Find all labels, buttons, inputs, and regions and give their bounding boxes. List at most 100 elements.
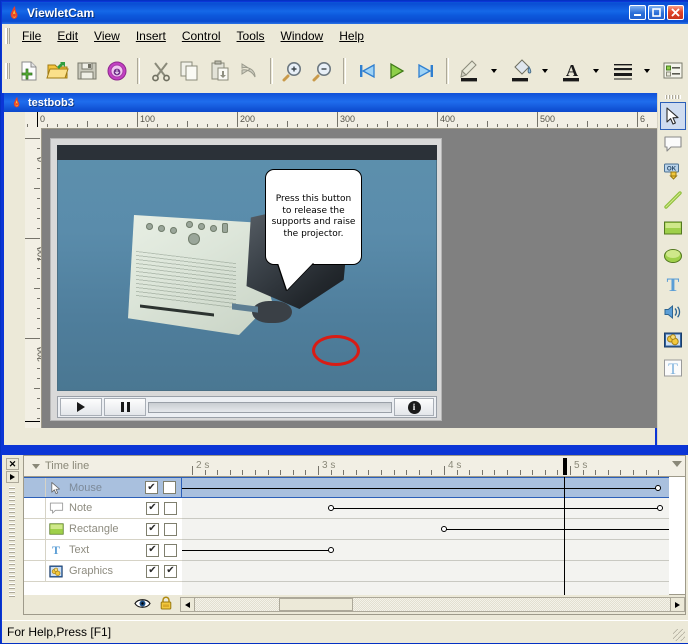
close-button[interactable] [667, 5, 684, 20]
track-keyframe-node[interactable] [328, 505, 334, 511]
row-locked-checkbox[interactable] [164, 502, 177, 515]
undo-arrow-icon[interactable] [234, 56, 263, 86]
rectangle-icon[interactable] [660, 214, 686, 242]
text-icon[interactable]: T [660, 270, 686, 298]
note-balloon[interactable]: Press this button to release the support… [265, 169, 362, 265]
zoom-out-icon[interactable] [308, 56, 337, 86]
properties-icon[interactable] [659, 56, 688, 86]
row-visible-checkbox[interactable]: ✔ [146, 544, 159, 557]
timeline-grip-handle[interactable] [9, 487, 15, 599]
timeline-scroll-left-button[interactable] [180, 597, 195, 612]
zoom-in-icon[interactable] [279, 56, 308, 86]
menu-item-insert[interactable]: Insert [128, 26, 174, 46]
timeline-row-rectangle[interactable]: Rectangle✔ [24, 519, 182, 540]
timeline-scroll-right-button[interactable] [670, 597, 685, 612]
textbox-icon[interactable]: T [660, 354, 686, 382]
timeline-row-text[interactable]: TText✔ [24, 540, 182, 561]
copy-icon[interactable] [176, 56, 205, 86]
timeline-close-button[interactable]: ✕ [6, 458, 19, 470]
play-button[interactable] [60, 398, 102, 416]
line-color-dropdown[interactable] [485, 56, 507, 86]
padlock-icon[interactable] [159, 596, 173, 613]
timeline-row-graphics[interactable]: Graphics✔✔ [24, 561, 182, 582]
timeline-playhead[interactable] [564, 477, 565, 595]
row-visible-checkbox[interactable]: ✔ [146, 523, 159, 536]
maximize-button[interactable] [648, 5, 665, 20]
timeline-title-row[interactable]: Time line [32, 460, 89, 472]
line-icon[interactable] [660, 186, 686, 214]
track-duration-bar[interactable] [444, 529, 669, 530]
line-style-icon[interactable] [608, 56, 637, 86]
timeline-track-mouse[interactable] [182, 477, 669, 498]
button-ok-icon[interactable]: OK [660, 158, 686, 186]
image-icon[interactable] [660, 326, 686, 354]
timeline-track-note[interactable] [182, 498, 669, 519]
menu-item-view[interactable]: View [86, 26, 128, 46]
track-keyframe-node[interactable] [657, 505, 663, 511]
timeline-playhead-knob[interactable] [563, 458, 567, 475]
track-duration-bar[interactable] [331, 508, 660, 509]
toolbar-grip-handle[interactable] [5, 63, 10, 79]
timeline-track-graphics[interactable] [182, 561, 669, 582]
ruler-tick-minor [37, 378, 40, 379]
track-duration-bar[interactable] [182, 488, 658, 489]
timeline-expand-button[interactable] [6, 471, 19, 483]
track-keyframe-node[interactable] [655, 485, 661, 491]
open-folder-icon[interactable] [43, 56, 72, 86]
play-icon[interactable] [382, 56, 411, 86]
info-button[interactable]: i [394, 398, 434, 416]
font-color-icon[interactable]: A [557, 56, 586, 86]
menu-item-control[interactable]: Control [174, 26, 229, 46]
row-locked-checkbox[interactable] [164, 544, 177, 557]
timeline-scrollbar-track[interactable] [195, 597, 670, 612]
pause-button[interactable] [104, 398, 146, 416]
resize-grip-icon[interactable] [673, 629, 685, 641]
row-locked-checkbox[interactable]: ✔ [164, 565, 177, 578]
timeline-track-rectangle[interactable] [182, 519, 669, 540]
menu-item-window[interactable]: Window [273, 26, 332, 46]
slide-canvas[interactable]: Press this button to release the support… [42, 129, 659, 428]
menu-item-edit[interactable]: Edit [49, 26, 86, 46]
row-locked-checkbox[interactable] [163, 481, 176, 494]
track-keyframe-node[interactable] [328, 547, 334, 553]
minimize-button[interactable] [629, 5, 646, 20]
timeline-scrollbar-thumb[interactable] [279, 598, 353, 611]
publish-icon[interactable] [102, 56, 131, 86]
row-visible-checkbox[interactable]: ✔ [146, 565, 159, 578]
paste-icon[interactable] [205, 56, 234, 86]
track-duration-bar[interactable] [182, 550, 331, 551]
track-keyframe-node[interactable] [441, 526, 447, 532]
row-visible-checkbox[interactable]: ✔ [146, 502, 159, 515]
timeline-ruler[interactable]: 2 s3 s4 s5 s [182, 456, 669, 476]
cut-scissors-icon[interactable] [146, 56, 175, 86]
font-color-dropdown[interactable] [586, 56, 608, 86]
balloon-icon[interactable] [660, 130, 686, 158]
menu-item-file[interactable]: File [14, 26, 49, 46]
row-locked-checkbox[interactable] [164, 523, 177, 536]
timeline-row-note[interactable]: Note✔ [24, 498, 182, 519]
sound-speaker-icon[interactable] [660, 298, 686, 326]
line-style-dropdown[interactable] [637, 56, 659, 86]
save-floppy-icon[interactable] [73, 56, 102, 86]
eye-visibility-icon[interactable] [134, 597, 151, 613]
timeline-row-mouse[interactable]: Mouse✔ [24, 477, 182, 498]
object-toolbar-grip-handle[interactable] [665, 95, 681, 99]
line-color-icon[interactable] [455, 56, 484, 86]
timeline-options-icon[interactable] [672, 461, 682, 467]
menu-item-tools[interactable]: Tools [229, 26, 273, 46]
progress-slider[interactable] [148, 402, 392, 413]
fill-color-icon[interactable] [506, 56, 535, 86]
menu-item-help[interactable]: Help [331, 26, 372, 46]
ellipse-icon[interactable] [660, 242, 686, 270]
menu-grip-handle[interactable] [5, 28, 10, 44]
timeline-track-text[interactable] [182, 540, 669, 561]
row-visible-checkbox[interactable]: ✔ [145, 481, 158, 494]
first-frame-icon[interactable] [352, 56, 381, 86]
red-ellipse-highlight[interactable] [312, 335, 360, 366]
collapse-triangle-icon[interactable] [32, 464, 40, 469]
select-arrow-icon[interactable] [660, 102, 686, 130]
timeline-tracks[interactable] [182, 477, 669, 595]
last-frame-icon[interactable] [411, 56, 440, 86]
fill-color-dropdown[interactable] [535, 56, 557, 86]
new-icon[interactable] [14, 56, 43, 86]
